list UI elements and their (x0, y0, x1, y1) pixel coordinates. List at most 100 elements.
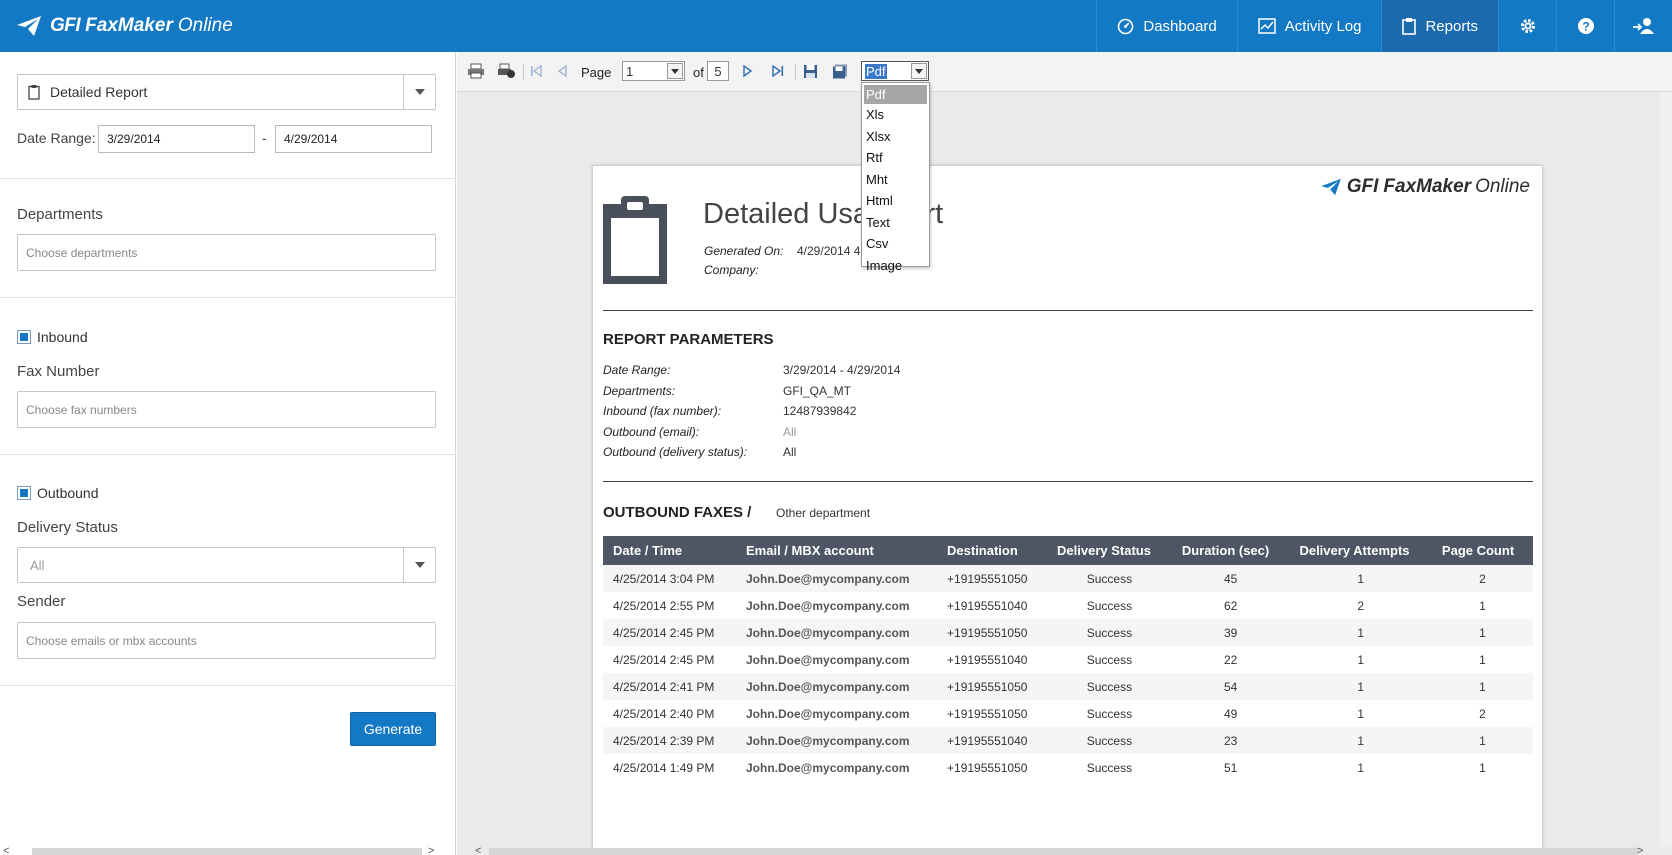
table-row: 4/25/2014 2:39 PM John.Doe@mycompany.com… (603, 727, 1533, 754)
viewer-vertical-scrollbar[interactable] (1660, 92, 1672, 847)
departments-input[interactable]: Choose departments (17, 234, 436, 271)
param-label: Outbound (email): (603, 425, 700, 439)
nav-dashboard[interactable]: Dashboard (1096, 0, 1236, 52)
export-format-value: Pdf (865, 63, 887, 79)
save-button[interactable] (801, 62, 819, 80)
nav-activity-log[interactable]: Activity Log (1236, 0, 1382, 52)
left-horizontal-scrollbar[interactable] (32, 848, 422, 855)
divider (0, 178, 456, 179)
scroll-left-icon[interactable]: < (475, 845, 481, 855)
cell-delivery-status: Success (1047, 673, 1172, 700)
report-parameters-title: REPORT PARAMETERS (603, 331, 774, 348)
cell-date-time: 4/25/2014 3:04 PM (603, 565, 736, 592)
cell-delivery-attempts: 1 (1289, 619, 1432, 646)
print-button[interactable] (467, 62, 485, 80)
nav-settings[interactable] (1498, 0, 1556, 52)
format-option-rtf[interactable]: Rtf (862, 147, 929, 169)
first-page-button[interactable] (527, 62, 545, 80)
cell-page-count: 1 (1431, 673, 1533, 700)
format-option-csv[interactable]: Csv (862, 233, 929, 255)
inbound-label: Inbound (37, 329, 88, 345)
format-option-pdf[interactable]: Pdf (864, 85, 927, 104)
fax-number-input[interactable]: Choose fax numbers (17, 391, 436, 428)
cell-destination: +19195551050 (937, 673, 1048, 700)
delivery-status-select[interactable]: All (17, 547, 436, 583)
table-header-row: Date / Time Email / MBX account Destinat… (603, 536, 1533, 565)
column-header: Email / MBX account (736, 536, 938, 565)
paper-plane-icon (17, 16, 41, 36)
date-from-input[interactable]: 3/29/2014 (98, 125, 255, 153)
format-option-xlsx[interactable]: Xlsx (862, 126, 929, 148)
dashboard-icon (1118, 18, 1134, 34)
outbound-checkbox[interactable] (17, 486, 31, 500)
sender-input[interactable]: Choose emails or mbx accounts (17, 622, 436, 659)
param-label: Date Range: (603, 363, 671, 377)
last-page-button[interactable] (769, 62, 787, 80)
scroll-right-icon[interactable]: > (1637, 845, 1643, 855)
report-type-dropdown-toggle[interactable] (403, 75, 435, 109)
param-value: GFI_QA_MT (783, 384, 852, 398)
cell-email: John.Doe@mycompany.com (736, 727, 938, 754)
viewer-horizontal-scrollbar[interactable] (489, 848, 1639, 855)
delivery-status-dropdown-toggle[interactable] (403, 548, 435, 582)
cell-email: John.Doe@mycompany.com (736, 619, 938, 646)
cell-destination: +19195551050 (947, 706, 1028, 721)
divider (0, 454, 456, 455)
param-label: Inbound (fax number): (603, 404, 722, 418)
column-header: Destination (937, 536, 1048, 565)
report-type-select[interactable]: Detailed Report (17, 74, 436, 110)
brand-logo[interactable]: GFI FaxMaker Online (16, 10, 233, 42)
report-type-value: Detailed Report (50, 84, 148, 100)
param-value: 12487939842 (783, 404, 857, 418)
report-filter-panel: Detailed Report Date Range: 3/29/2014 - … (0, 52, 456, 855)
departments-label: Departments (17, 206, 103, 223)
format-option-image[interactable]: Image (862, 255, 929, 277)
previous-page-icon (557, 65, 567, 77)
outbound-checkbox-row[interactable]: Outbound (17, 485, 99, 501)
column-header: Delivery Attempts (1289, 536, 1432, 565)
scroll-right-icon[interactable]: > (428, 845, 434, 855)
scroll-left-icon[interactable]: < (3, 845, 9, 855)
cell-destination: +19195551050 (937, 619, 1048, 646)
report-divider (603, 481, 1533, 482)
fax-number-label: Fax Number (17, 363, 100, 380)
format-option-xls[interactable]: Xls (862, 104, 929, 126)
cell-delivery-status: Success (1047, 565, 1172, 592)
export-format-select[interactable]: Pdf (861, 61, 929, 81)
cell-duration: 22 (1223, 652, 1238, 667)
cell-date-time: 4/25/2014 2:41 PM (603, 673, 736, 700)
format-option-text[interactable]: Text (862, 212, 929, 234)
activity-chart-icon (1258, 18, 1276, 34)
save-as-button[interactable] (831, 62, 849, 80)
cell-page-count: 1 (1479, 652, 1486, 667)
next-page-button[interactable] (739, 62, 757, 80)
generate-button[interactable]: Generate (350, 712, 436, 746)
previous-page-button[interactable] (553, 62, 571, 80)
inbound-checkbox-row[interactable]: Inbound (17, 329, 88, 345)
page-dropdown-toggle[interactable] (667, 63, 683, 79)
nav-help[interactable]: ? (1556, 0, 1614, 52)
user-logout-icon (1632, 18, 1654, 34)
inbound-checkbox[interactable] (17, 330, 31, 344)
cell-date-time: 4/25/2014 2:39 PM (603, 727, 736, 754)
cell-delivery-attempts: 2 (1357, 598, 1365, 613)
paper-plane-icon (1320, 178, 1341, 196)
export-format-dropdown-toggle[interactable] (911, 63, 927, 79)
date-to-input[interactable]: 4/29/2014 (275, 125, 432, 153)
caret-down-icon (414, 562, 425, 568)
cell-delivery-attempts: 1 (1357, 760, 1365, 775)
caret-down-icon (915, 68, 923, 74)
format-option-html[interactable]: Html (862, 190, 929, 212)
cell-delivery-attempts: 1 (1289, 727, 1432, 754)
format-option-mht[interactable]: Mht (862, 169, 929, 191)
nav-reports[interactable]: Reports (1381, 0, 1498, 52)
svg-text:?: ? (1582, 20, 1589, 34)
nav-logout[interactable] (1614, 0, 1672, 52)
brand-name: FaxMaker (85, 15, 173, 36)
outbound-department: Other department (776, 506, 871, 520)
generated-on-value: 4/29/2014 4 (797, 244, 861, 258)
cell-email: John.Doe@mycompany.com (736, 673, 938, 700)
cell-duration: 62 (1223, 598, 1238, 613)
print-current-page-button[interactable] (497, 62, 515, 80)
page-number-select[interactable]: 1 (622, 61, 685, 81)
